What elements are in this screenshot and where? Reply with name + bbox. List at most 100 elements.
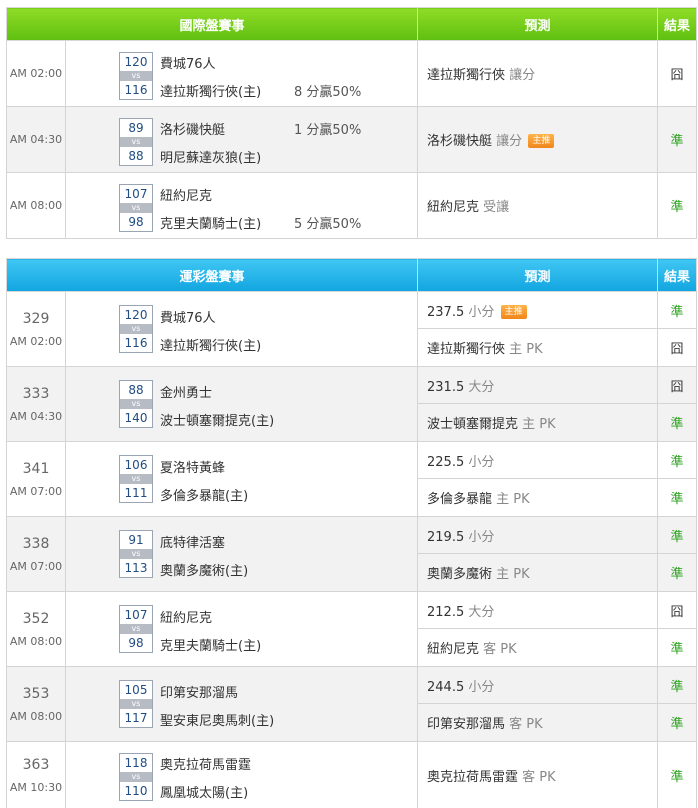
score-box: 120 vs 116 (119, 52, 153, 100)
score-box: 120 vs 116 (119, 305, 153, 353)
away-team[interactable]: 夏洛特黃蜂 (160, 457, 225, 476)
home-team[interactable]: 奧蘭多魔術(主) (160, 560, 248, 579)
away-score: 107 (124, 187, 148, 201)
table-header: 運彩盤賽事 預測 結果 (5, 258, 698, 292)
pick-team: 紐約尼克 (427, 642, 480, 657)
side-result: 囧 (657, 328, 698, 367)
away-team[interactable]: 費城76人 (160, 307, 216, 326)
total-result: 囧 (657, 591, 698, 629)
score-box: 91 vs 113 (119, 530, 153, 578)
home-team[interactable]: 克里夫蘭騎士(主) (160, 213, 261, 232)
away-score: 91 (128, 533, 144, 547)
away-team[interactable]: 費城76人 (160, 53, 216, 72)
home-team[interactable]: 克里夫蘭騎士(主) (160, 635, 261, 654)
side-prediction: 奧蘭多魔術 主 PK (417, 553, 659, 592)
game-time: AM 10:30 (9, 780, 63, 794)
game-number: 333 (22, 385, 50, 402)
vs-label: vs (120, 474, 152, 484)
side-prediction: 多倫多暴龍 主 PK (417, 478, 659, 517)
spread-result: 5 分贏50% (294, 217, 362, 232)
result-header: 結果 (657, 7, 698, 41)
home-team[interactable]: 明尼蘇達灰狼(主) (160, 147, 261, 166)
total-line: 212.5 (427, 604, 465, 620)
prediction: 紐約尼克 受讓 (417, 172, 659, 239)
result: 準 (657, 106, 698, 173)
home-score: 116 (124, 83, 148, 97)
score-box: 106 vs 111 (119, 455, 153, 503)
pick-team: 多倫多暴龍 (427, 492, 493, 507)
pick-type: 受讓 (483, 200, 510, 215)
home-team[interactable]: 達拉斯獨行俠(主) (160, 335, 261, 354)
side-result: 準 (657, 741, 698, 808)
home-team[interactable]: 多倫多暴龍(主) (160, 485, 248, 504)
vs-label: vs (120, 399, 152, 409)
table-row: AM 02:00 120 vs 116 費城76人 達拉斯獨行俠(主) 8 分贏… (6, 40, 698, 107)
total-type: 小分 (468, 529, 495, 545)
total-line: 237.5 (427, 304, 465, 320)
game-number: 329 (22, 310, 50, 327)
table-row: 353 AM 08:00 105 vs 117 印第安那溜馬 聖安東尼奧馬刺(主… (6, 666, 698, 742)
pick-team: 印第安那溜馬 (427, 717, 506, 732)
spread-result: 1 分贏50% (294, 123, 362, 138)
prediction: 洛杉磯快艇 讓分 主推 (417, 106, 659, 173)
vs-label: vs (120, 71, 152, 81)
away-score: 107 (124, 608, 148, 622)
pick-type: 主 PK (509, 342, 543, 357)
away-team[interactable]: 洛杉磯快艇 (160, 119, 225, 138)
side-prediction: 印第安那溜馬 客 PK (417, 703, 659, 742)
pick-type: 主 PK (496, 492, 530, 507)
away-score: 106 (124, 458, 148, 472)
game-number: 352 (22, 610, 50, 627)
featured-pick-badge: 主推 (528, 134, 555, 148)
matchup: 89 vs 88 洛杉磯快艇 1 分贏50% 明尼蘇達灰狼(主) (64, 106, 419, 173)
away-team[interactable]: 奧克拉荷馬雷霆 (160, 754, 251, 773)
home-score: 113 (124, 561, 148, 575)
home-score: 98 (128, 636, 144, 650)
home-team[interactable]: 鳳凰城太陽(主) (160, 782, 248, 801)
pick-team: 達拉斯獨行俠 (427, 68, 506, 83)
game-number: 341 (22, 460, 50, 477)
game-time: AM 07:00 (9, 484, 63, 498)
game-info: 363 AM 10:30 (6, 741, 66, 808)
side-result: 準 (657, 403, 698, 442)
away-team[interactable]: 金州勇士 (160, 382, 212, 401)
side-prediction: 紐約尼克 客 PK (417, 628, 659, 667)
table-row: 363 AM 10:30 118 vs 110 奧克拉荷馬雷霆 鳳凰城太陽(主)… (6, 741, 698, 808)
pick-type: 讓分 (509, 68, 536, 83)
total-type: 小分 (468, 679, 495, 695)
total-prediction: 231.5 大分 (417, 366, 659, 404)
total-result: 準 (657, 441, 698, 479)
matches-header: 國際盤賽事 (5, 7, 419, 41)
home-team[interactable]: 波士頓塞爾提克(主) (160, 410, 274, 429)
table-header: 國際盤賽事 預測 結果 (5, 7, 698, 41)
home-score: 110 (124, 784, 148, 798)
side-result: 準 (657, 703, 698, 742)
total-line: 244.5 (427, 679, 465, 695)
side-prediction: 奧克拉荷馬雷霆 客 PK (417, 741, 659, 808)
away-team[interactable]: 底特律活塞 (160, 532, 225, 551)
international-odds-table: 國際盤賽事 預測 結果 AM 02:00 120 vs 116 費城76人 達拉… (5, 7, 698, 239)
away-score: 88 (128, 383, 144, 397)
prediction: 達拉斯獨行俠 讓分 (417, 40, 659, 107)
pick-type: 讓分 (496, 134, 523, 149)
matchup: 106 vs 111 夏洛特黃蜂 多倫多暴龍(主) (64, 441, 419, 517)
game-info: 329 AM 02:00 (6, 291, 66, 367)
total-type: 大分 (468, 604, 495, 620)
total-type: 小分 (468, 304, 495, 320)
away-team[interactable]: 印第安那溜馬 (160, 682, 238, 701)
away-team[interactable]: 紐約尼克 (160, 607, 212, 626)
total-result: 囧 (657, 366, 698, 404)
pick-type: 客 PK (483, 642, 517, 657)
home-team[interactable]: 聖安東尼奧馬刺(主) (160, 710, 274, 729)
game-time: AM 02:00 (9, 334, 63, 348)
away-score: 89 (128, 121, 144, 135)
away-score: 120 (124, 55, 148, 69)
total-type: 小分 (468, 454, 495, 470)
away-score: 118 (124, 756, 148, 770)
away-team[interactable]: 紐約尼克 (160, 185, 212, 204)
home-score: 140 (124, 411, 148, 425)
total-line: 231.5 (427, 379, 465, 395)
pick-type: 主 PK (496, 567, 530, 582)
score-box: 89 vs 88 (119, 118, 153, 166)
home-team[interactable]: 達拉斯獨行俠(主) (160, 81, 261, 100)
